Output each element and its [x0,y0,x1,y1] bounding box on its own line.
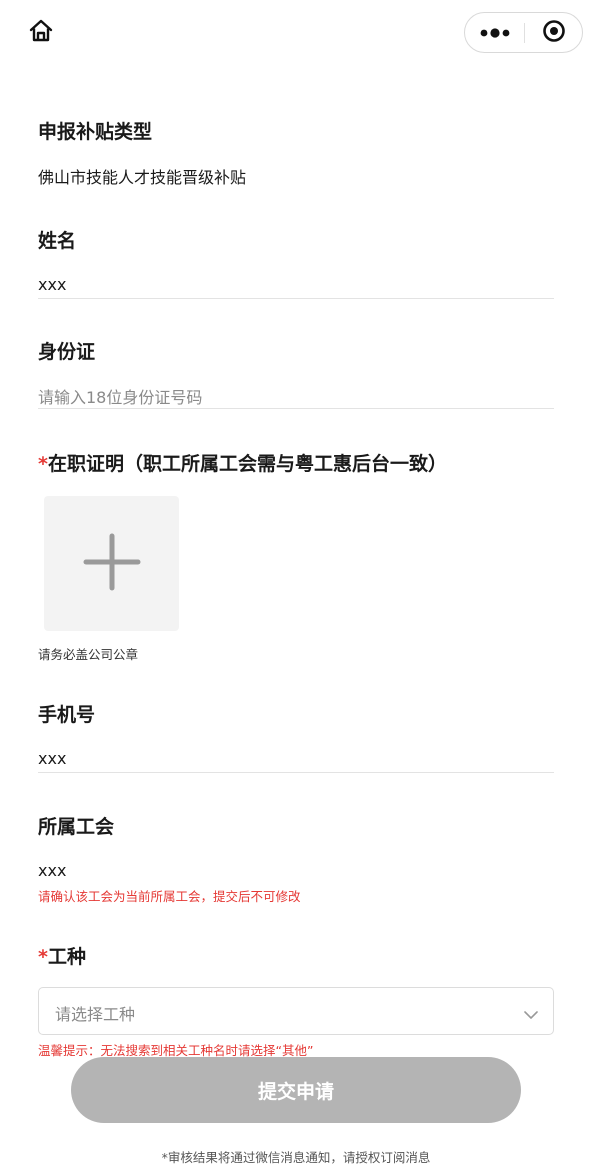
phone-underline [38,772,554,773]
job-type-placeholder: 请选择工种 [55,1005,136,1024]
required-mark: * [38,453,48,475]
submit-application-button[interactable]: 提交申请 [71,1057,521,1123]
job-type-label: *工种 [38,942,86,969]
mini-program-capsule [464,12,583,53]
more-button[interactable] [465,13,524,52]
more-dots-icon [479,23,511,42]
name-underline [38,298,554,299]
home-icon [28,18,54,48]
id-card-underline [38,408,554,409]
company-seal-hint: 请务必盖公司公章 [38,647,139,662]
subsidy-type-value: 佛山市技能人才技能晋级补贴 [38,168,247,187]
id-card-label: 身份证 [38,341,96,363]
close-button[interactable] [525,13,582,52]
target-close-icon [542,19,566,47]
union-warning: 请确认该工会为当前所属工会，提交后不可修改 [38,889,301,904]
union-value: xxx [38,861,67,880]
name-field[interactable]: xxx [38,275,66,294]
chevron-down-icon [523,1005,539,1024]
employment-proof-label-text: 在职证明（职工所属工会需与粤工惠后台一致） [47,453,447,475]
employment-proof-label: *在职证明（职工所属工会需与粤工惠后台一致） [38,449,447,476]
required-mark: * [38,946,48,968]
id-card-input[interactable]: 请输入18位身份证号码 [38,384,202,408]
phone-field[interactable]: xxx [38,749,66,768]
home-button[interactable] [17,9,65,57]
name-label: 姓名 [38,230,77,252]
subscription-notice: *审核结果将通过微信消息通知，请授权订阅消息 [161,1150,431,1165]
subsidy-type-label: 申报补贴类型 [38,121,153,143]
plus-icon [83,533,141,595]
union-label: 所属工会 [38,816,115,838]
upload-image-button[interactable] [44,496,179,631]
phone-label: 手机号 [38,704,96,726]
job-type-label-text: 工种 [47,946,86,968]
job-type-select[interactable]: 请选择工种 [38,987,554,1035]
